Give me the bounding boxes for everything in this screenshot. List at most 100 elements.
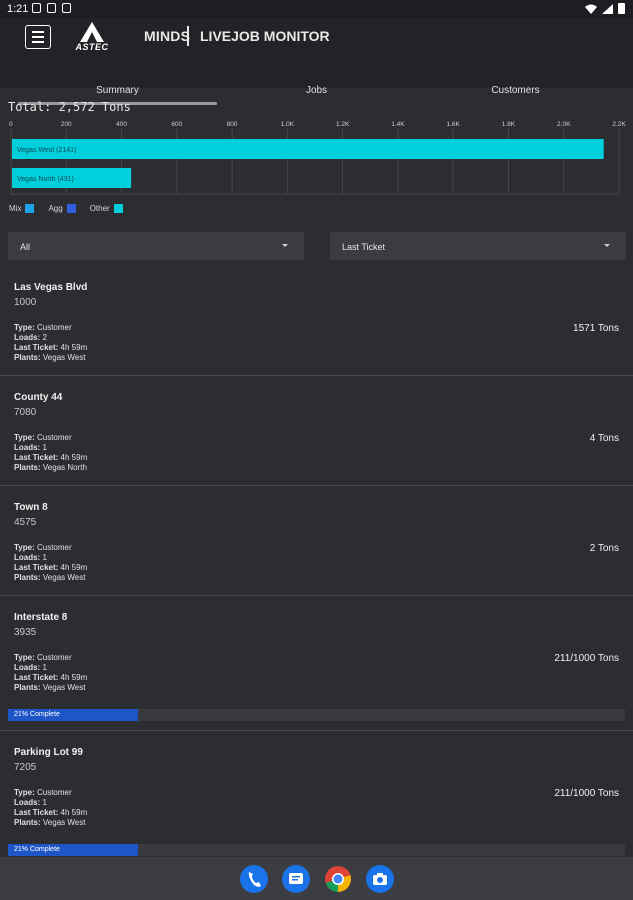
x-tick-label: 2.2K — [612, 121, 626, 128]
job-type: Customer — [36, 433, 72, 442]
tab-summary[interactable]: Summary — [18, 85, 217, 96]
type-label: Type: — [14, 653, 35, 662]
job-card[interactable]: County 44 7080 Type: Customer Loads: 1 Last … — [0, 376, 633, 486]
type-label: Type: — [14, 543, 35, 552]
job-name: Parking Lot 99 — [14, 747, 83, 758]
brand-name: MINDS — [144, 28, 191, 44]
job-type-row: Type: Customer — [14, 653, 87, 663]
dropdown-caret-icon — [282, 244, 288, 247]
job-last-ticket: 4h 59m — [60, 453, 88, 462]
x-tick-label: 1.8K — [502, 121, 516, 128]
bar-label: Vegas West (2141) — [17, 147, 76, 154]
job-card[interactable]: Parking Lot 99 7205 Type: Customer Loads: 1… — [0, 731, 633, 857]
job-name: County 44 — [14, 392, 63, 403]
logo-text: ASTEC — [75, 42, 109, 52]
phone-app-icon[interactable] — [240, 865, 268, 893]
job-type-row: Type: Customer — [14, 323, 87, 333]
progress-label: 21% Complete — [14, 846, 60, 853]
job-card[interactable]: Town 8 4575 Type: Customer Loads: 1 Last Tic… — [0, 486, 633, 596]
type-label: Type: — [14, 323, 35, 332]
job-plants-row: Plants: Vegas West — [14, 683, 87, 693]
total-tons: Total: 2,572 Tons — [8, 100, 131, 114]
plants-label: Plants: — [14, 463, 41, 472]
job-plants: Vegas North — [42, 463, 87, 472]
phone-glyph-icon — [248, 872, 261, 887]
plants-label: Plants: — [14, 818, 41, 827]
loads-label: Loads: — [14, 333, 41, 342]
legend-swatch — [113, 204, 123, 213]
job-number: 3935 — [14, 627, 37, 638]
android-dock — [0, 857, 633, 900]
last-ticket-label: Last Ticket: — [14, 808, 59, 817]
last-ticket-label: Last Ticket: — [14, 563, 59, 572]
plants-label: Plants: — [14, 353, 41, 362]
job-plants-row: Plants: Vegas West — [14, 353, 87, 363]
job-name: Las Vegas Blvd — [14, 282, 88, 293]
job-type-row: Type: Customer — [14, 543, 87, 553]
status-time: 1:21 — [7, 3, 29, 15]
x-tick-label: 2.0K — [557, 121, 571, 128]
job-type: Customer — [36, 323, 72, 332]
job-tons: 2 Tons — [589, 543, 619, 554]
last-ticket-label: Last Ticket: — [14, 343, 59, 352]
job-details: Type: Customer Loads: 1 Last Ticket: 4h 59… — [14, 788, 87, 828]
x-tick-label: 800 — [227, 121, 238, 128]
type-label: Type: — [14, 788, 35, 797]
messages-app-icon[interactable] — [282, 865, 310, 893]
menu-button[interactable] — [25, 25, 51, 49]
job-number: 4575 — [14, 517, 37, 528]
progress-label: 21% Complete — [14, 711, 60, 718]
job-plants-row: Plants: Vegas West — [14, 818, 87, 828]
job-number: 1000 — [14, 297, 37, 308]
job-last-ticket-row: Last Ticket: 4h 59m — [14, 453, 87, 463]
chart-bar[interactable] — [12, 139, 604, 159]
job-plants: Vegas West — [42, 818, 86, 827]
wifi-icon — [585, 4, 597, 14]
x-tick-label: 200 — [61, 121, 72, 128]
filter-select-left[interactable]: All — [8, 232, 304, 260]
job-plants: Vegas West — [42, 683, 86, 692]
job-type: Customer — [36, 788, 72, 797]
loads-label: Loads: — [14, 443, 41, 452]
legend-swatch — [66, 204, 76, 213]
legend-label: Mix — [9, 204, 22, 213]
tab-jobs[interactable]: Jobs — [217, 85, 416, 96]
hamburger-line — [32, 41, 44, 43]
last-ticket-label: Last Ticket: — [14, 673, 59, 682]
job-loads-row: Loads: 1 — [14, 798, 87, 808]
notification-icon — [32, 3, 41, 13]
x-tick-label: 1.4K — [391, 121, 405, 128]
job-plants: Vegas West — [42, 573, 86, 582]
job-tons: 211/1000 Tons — [554, 788, 619, 799]
job-loads-row: Loads: 1 — [14, 553, 87, 563]
loads-label: Loads: — [14, 553, 41, 562]
job-last-ticket-row: Last Ticket: 4h 59m — [14, 673, 87, 683]
job-list[interactable]: Las Vegas Blvd 1000 Type: Customer Loads: 2… — [0, 266, 633, 857]
job-last-ticket: 4h 59m — [60, 673, 88, 682]
job-card[interactable]: Interstate 8 3935 Type: Customer Loads: 1 La… — [0, 596, 633, 731]
chrome-app-icon[interactable] — [324, 865, 352, 893]
job-plants-row: Plants: Vegas West — [14, 573, 87, 583]
sd-card-icon — [62, 3, 71, 13]
job-loads-row: Loads: 1 — [14, 443, 87, 453]
job-loads-row: Loads: 2 — [14, 333, 87, 343]
camera-app-icon[interactable] — [366, 865, 394, 893]
job-type: Customer — [36, 653, 72, 662]
astec-logo-icon — [80, 22, 104, 42]
plants-label: Plants: — [14, 683, 41, 692]
type-label: Type: — [14, 433, 35, 442]
x-tick-label: 400 — [116, 121, 127, 128]
job-details: Type: Customer Loads: 1 Last Ticket: 4h 59… — [14, 543, 87, 583]
tab-customers[interactable]: Customers — [416, 85, 615, 96]
job-tons: 211/1000 Tons — [554, 653, 619, 664]
brand-divider — [187, 26, 189, 46]
filter-left-value: All — [20, 242, 31, 252]
job-last-ticket-row: Last Ticket: 4h 59m — [14, 563, 87, 573]
signal-icon — [602, 3, 613, 14]
x-tick-label: 600 — [171, 121, 182, 128]
job-plants-row: Plants: Vegas North — [14, 463, 87, 473]
sort-select[interactable]: Last Ticket — [330, 232, 626, 260]
job-card[interactable]: Las Vegas Blvd 1000 Type: Customer Loads: 2… — [0, 266, 633, 376]
dropdown-caret-icon — [604, 244, 610, 247]
job-type: Customer — [36, 543, 72, 552]
